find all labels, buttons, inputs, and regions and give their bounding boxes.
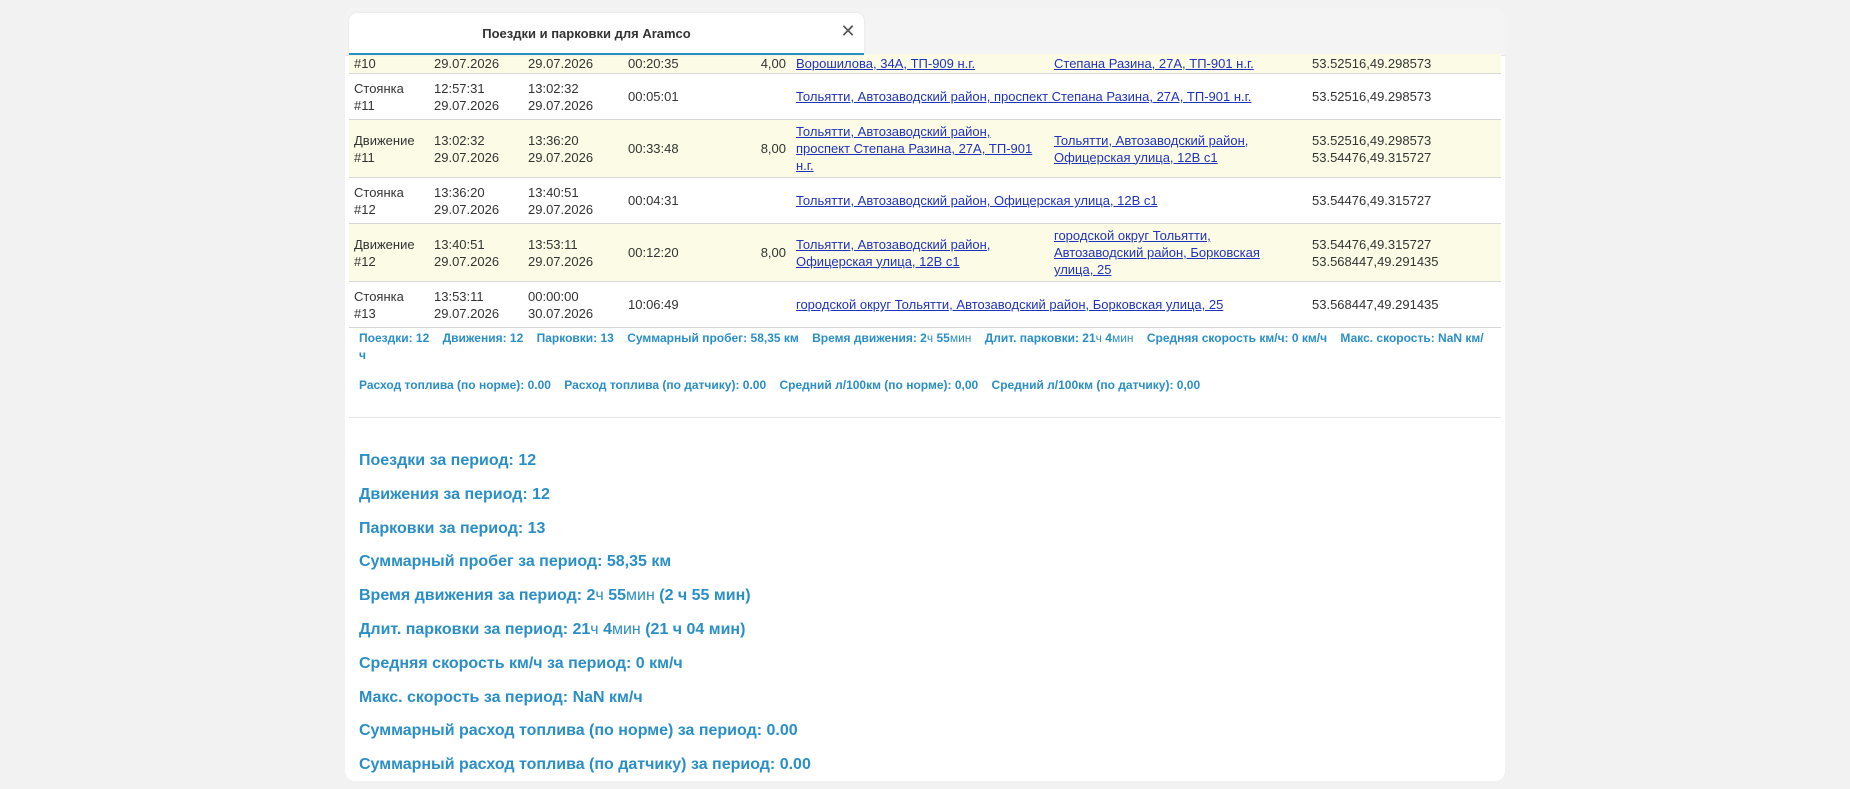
row-address-from-link[interactable]: Тольятти, Автозаводский район, Офицерска… [796, 237, 990, 269]
row-start: 13:36:20 29.07.2026 [434, 184, 500, 217]
summary-stats: Поездки: 12 Движения: 12 Парковки: 13 Су… [359, 330, 1499, 394]
row-type: Стоянка #11 [354, 80, 404, 113]
close-icon[interactable]: ✕ [838, 21, 858, 41]
row-start: 13:02:32 29.07.2026 [434, 132, 500, 165]
row-address-from-link[interactable]: Тольятти, Автозаводский район, проспект … [796, 124, 1032, 173]
row-duration: 00:04:31 [628, 193, 679, 208]
period-summary: Поездки за период: 12 Движения за период… [359, 444, 811, 781]
row-duration: 00:05:01 [628, 89, 679, 104]
period-fuel-norm: Суммарный расход топлива (по норме) за п… [359, 722, 798, 740]
row-start: 13:53:11 29.07.2026 [434, 288, 500, 321]
period-max-speed: Макс. скорость за период: NaN км/ч [359, 688, 643, 706]
row-mileage: 4,00 [760, 55, 786, 71]
row-address-from-link[interactable]: Ворошилова, 34А, ТП-909 н.г. [796, 56, 975, 71]
stat-move-time: Время движения: 2ч 55мин [812, 331, 972, 345]
period-parkings: Парковки за период: 13 [359, 519, 546, 537]
row-duration: 00:12:20 [628, 245, 679, 260]
period-trips: Поездки за период: 12 [359, 452, 537, 469]
stat-park-time: Длит. парковки: 21ч 4мин [984, 331, 1134, 345]
row-address-to-link[interactable]: городской округ Тольятти, Автозаводский … [1054, 228, 1260, 277]
period-move-time: Время движения за период: 2ч 55мин (2 ч … [359, 587, 751, 605]
row-duration: 00:20:35 [628, 55, 679, 71]
row-end: 00:00:00 30.07.2026 [528, 288, 594, 321]
table-row[interactable]: Стоянка #12 13:36:20 29.07.2026 13:40:51 29… [349, 177, 1501, 224]
row-mileage: 8,00 [760, 141, 786, 156]
row-address-link[interactable]: городской округ Тольятти, Автозаводский … [796, 297, 1223, 312]
row-mileage [713, 282, 791, 328]
row-address-to-link[interactable]: Тольятти, Автозаводский район, Офицерска… [1054, 133, 1248, 165]
trips-table-wrapper[interactable]: #10 29.07.2026 29.07.2026 00:20:35 4,00 … [349, 54, 1501, 328]
table-row[interactable]: Стоянка #13 13:53:11 29.07.2026 00:00:00 30… [349, 281, 1501, 328]
stat-trips: Поездки: 12 [359, 331, 430, 345]
row-end: 13:02:32 29.07.2026 [528, 80, 594, 113]
stat-avg-sensor: Средний л/100км (по датчику): 0,00 [991, 378, 1201, 392]
period-mileage: Суммарный пробег за период: 58,35 км [359, 553, 672, 571]
period-movements: Движения за период: 12 [359, 485, 550, 503]
row-duration: 00:33:48 [628, 141, 679, 156]
table-row[interactable]: Движение #12 13:40:51 29.07.2026 13:53:11 2… [349, 223, 1501, 282]
stat-avg-speed: Средняя скорость км/ч: 0 км/ч [1146, 331, 1328, 345]
row-mileage: 8,00 [760, 245, 786, 260]
row-start: 13:40:51 29.07.2026 [434, 236, 500, 269]
row-coords: 53.54476,49.315727 53.568447,49.291435 [1312, 236, 1439, 269]
row-mileage [713, 74, 791, 120]
row-coords: 53.568447,49.291435 [1312, 297, 1439, 312]
row-type: Движение #11 [354, 132, 415, 165]
row-type: Движение #12 [354, 236, 415, 269]
trips-report-panel: Поездки и парковки для Aramco ✕ #10 29.0… [345, 8, 1505, 781]
stat-avg-norm: Средний л/100км (по норме): 0,00 [779, 378, 979, 392]
table-row[interactable]: #10 29.07.2026 29.07.2026 00:20:35 4,00 … [349, 54, 1501, 74]
row-coords: 53.52516,49.298573 [1312, 89, 1432, 104]
stat-movements: Движения: 12 [442, 331, 524, 345]
table-row[interactable]: Стоянка #11 12:57:31 29.07.2026 13:02:32 29… [349, 73, 1501, 120]
row-end: 13:53:11 29.07.2026 [528, 236, 594, 269]
summary-stats-line-1: Поездки: 12 Движения: 12 Парковки: 13 Су… [359, 330, 1499, 364]
row-coords: 53.52516,49.298573 53.54476,49.315727 [1312, 132, 1432, 165]
table-row[interactable]: Движение #11 13:02:32 29.07.2026 13:36:20 2… [349, 119, 1501, 178]
row-duration: 10:06:49 [628, 297, 679, 312]
row-end: 13:40:51 29.07.2026 [528, 184, 594, 217]
row-coords: 53.52516,49.298573 [1312, 55, 1432, 71]
stat-mileage: Суммарный пробег: 58,35 км [627, 331, 799, 345]
period-avg-speed: Средняя скорость км/ч за период: 0 км/ч [359, 654, 683, 672]
tab-title: Поездки и парковки для Aramco [482, 26, 691, 41]
trips-table: #10 29.07.2026 29.07.2026 00:20:35 4,00 … [349, 54, 1501, 328]
stat-parkings: Парковки: 13 [536, 331, 614, 345]
row-coords: 53.54476,49.315727 [1312, 193, 1432, 208]
row-end-date: 29.07.2026 [528, 55, 594, 71]
divider [349, 417, 1501, 418]
row-start: 12:57:31 29.07.2026 [434, 80, 500, 113]
row-address-to-link[interactable]: Степана Разина, 27А, ТП-901 н.г. [1054, 56, 1254, 71]
summary-stats-line-2: Расход топлива (по норме): 0.00 Расход т… [359, 377, 1499, 394]
row-type: #10 [354, 55, 376, 71]
tab-trips-report[interactable]: Поездки и парковки для Aramco ✕ [349, 13, 864, 55]
row-mileage [713, 178, 791, 224]
stat-fuel-norm: Расход топлива (по норме): 0.00 [359, 378, 551, 392]
row-end: 13:36:20 29.07.2026 [528, 132, 594, 165]
row-start-date: 29.07.2026 [434, 55, 500, 71]
row-type: Стоянка #12 [354, 184, 404, 217]
row-address-link[interactable]: Тольятти, Автозаводский район, проспект … [796, 89, 1251, 104]
period-fuel-sensor: Суммарный расход топлива (по датчику) за… [359, 756, 811, 774]
row-type: Стоянка #13 [354, 288, 404, 321]
tab-bar: Поездки и парковки для Aramco ✕ [345, 8, 1505, 56]
row-address-link[interactable]: Тольятти, Автозаводский район, Офицерска… [796, 193, 1158, 208]
stat-fuel-sensor: Расход топлива (по датчику): 0.00 [564, 378, 767, 392]
period-park-time: Длит. парковки за период: 21ч 4мин (21 ч… [359, 620, 746, 638]
